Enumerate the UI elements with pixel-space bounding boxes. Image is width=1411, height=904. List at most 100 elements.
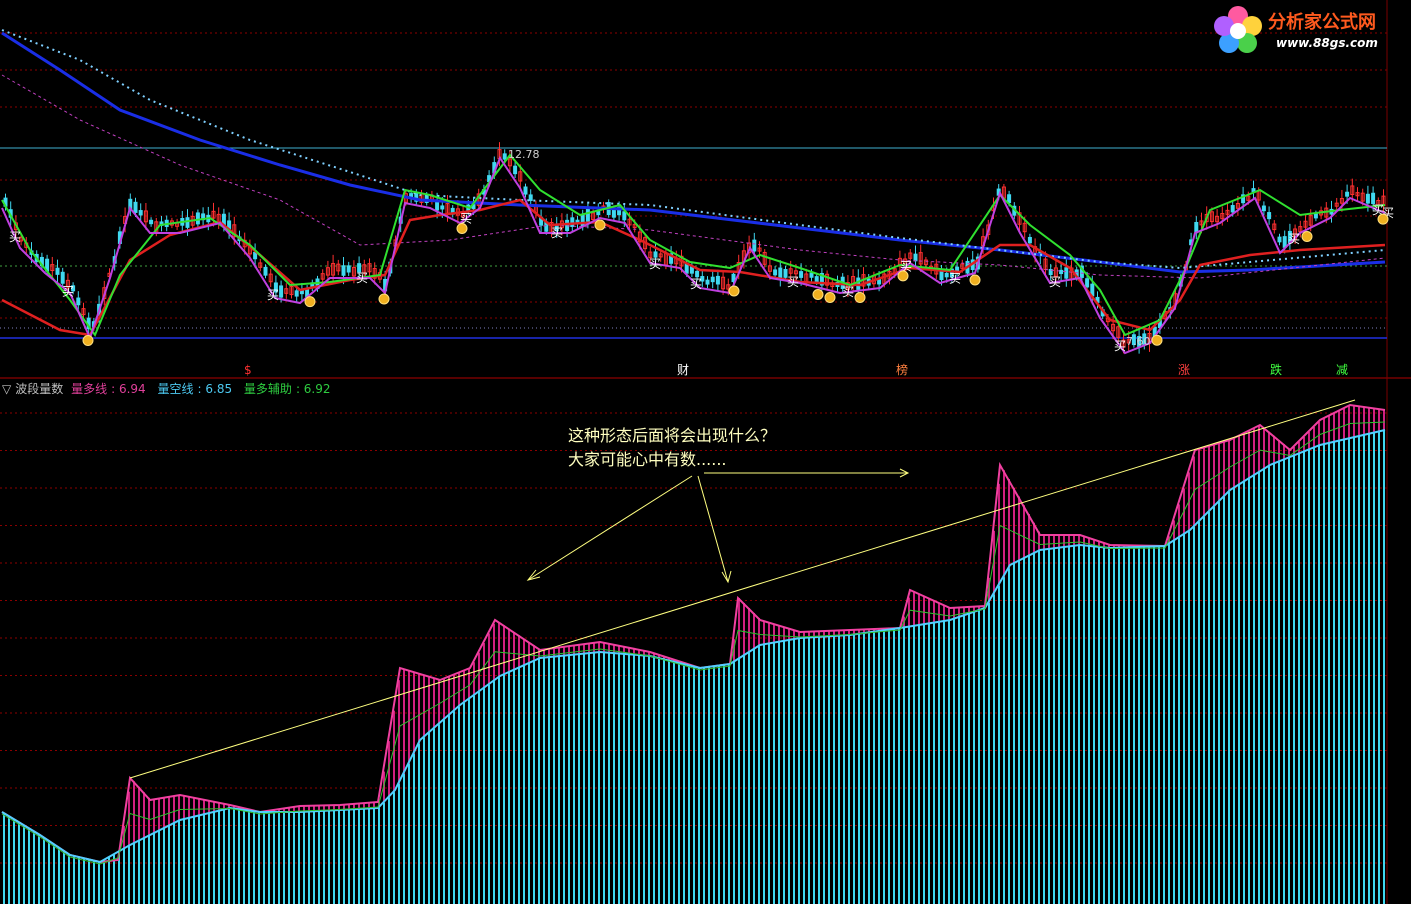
buy-signal-label: 买 <box>1114 339 1126 353</box>
volume-bar <box>893 628 895 904</box>
volume-excess-bar <box>1383 409 1385 431</box>
volume-excess-bar <box>518 635 520 668</box>
candle-body <box>1059 269 1064 275</box>
volume-bar <box>1188 531 1190 904</box>
volume-bar <box>1063 547 1065 904</box>
high-price-label: 12.78 <box>508 148 540 161</box>
volume-bar <box>848 635 850 904</box>
volume-bar <box>228 808 230 904</box>
volume-bar <box>158 831 160 904</box>
volume-excess-bar <box>138 786 140 841</box>
candle-body <box>1085 278 1090 288</box>
volume-bar <box>1098 546 1100 904</box>
volume-bar <box>1023 558 1025 904</box>
volume-bar <box>708 666 710 904</box>
volume-bar <box>123 848 125 904</box>
volume-bar <box>788 640 790 904</box>
volume-bar <box>1158 546 1160 904</box>
volume-excess-bar <box>143 792 145 839</box>
volume-bar <box>1248 478 1250 904</box>
volume-bar <box>458 706 460 904</box>
volume-bar <box>383 802 385 904</box>
volume-excess-bar <box>453 674 455 712</box>
volume-excess-bar <box>743 603 745 656</box>
volume-bar <box>208 813 210 904</box>
volume-bar <box>493 681 495 904</box>
volume-excess-bar <box>758 618 760 647</box>
volume-excess-bar <box>1308 432 1310 450</box>
volume-excess-bar <box>1078 535 1080 546</box>
volume-excess-bar <box>1338 411 1340 441</box>
volume-bar <box>1363 435 1365 904</box>
gold-dot-marker <box>594 219 606 231</box>
volume-bar <box>658 657 660 904</box>
volume-excess-bar <box>498 622 500 678</box>
volume-excess-bar <box>413 671 415 754</box>
candle-body <box>622 211 627 221</box>
trend-line <box>129 399 1356 779</box>
volume-bar <box>613 653 615 904</box>
volume-bar <box>648 655 650 904</box>
candle-body <box>809 272 814 278</box>
candle-body <box>513 165 518 175</box>
volume-bar <box>953 618 955 904</box>
volume-bar <box>13 818 15 904</box>
volume-excess-bar <box>1013 487 1015 564</box>
volume-bar <box>1108 547 1110 904</box>
volume-bar <box>778 641 780 904</box>
volume-bar <box>58 847 60 904</box>
volume-excess-bar <box>553 648 555 657</box>
collapse-toggle-icon[interactable]: ▽ <box>2 382 11 396</box>
volume-bar <box>1273 463 1275 904</box>
volume-bar <box>1148 546 1150 904</box>
candle-body <box>799 271 804 278</box>
volume-excess-bar <box>1228 440 1230 492</box>
candle-body <box>60 271 65 284</box>
volume-bar <box>1218 502 1220 904</box>
event-marker: 涨 <box>1178 362 1190 377</box>
volume-excess-bar <box>1353 405 1355 438</box>
volume-bar <box>1333 442 1335 904</box>
volume-excess-bar <box>158 798 160 831</box>
candle-body <box>695 270 700 278</box>
volume-bar <box>1353 437 1355 904</box>
candle-body <box>149 219 154 225</box>
volume-excess-bar <box>513 632 515 671</box>
volume-bar <box>223 809 225 904</box>
volume-bar <box>448 715 450 904</box>
volume-bar <box>503 674 505 904</box>
volume-excess-bar <box>193 797 195 817</box>
volume-excess-bar <box>1198 449 1200 522</box>
volume-bar <box>343 809 345 904</box>
volume-bar <box>758 646 760 904</box>
buy-signal-label: 买 <box>1288 232 1300 246</box>
volume-bar <box>28 827 30 904</box>
volume-bar <box>903 627 905 904</box>
volume-bar <box>1348 438 1350 904</box>
candle-body <box>1371 192 1376 204</box>
volume-bar <box>243 809 245 904</box>
volume-bar <box>743 655 745 904</box>
candle-body <box>1365 193 1370 204</box>
buy-signal-label: 买 <box>690 277 702 291</box>
volume-bar <box>1243 481 1245 904</box>
volume-bar <box>1078 545 1080 904</box>
volume-bar <box>1103 547 1105 904</box>
gold-dot-marker <box>897 270 909 282</box>
volume-bar <box>578 654 580 904</box>
volume-bar <box>938 621 940 904</box>
volume-excess-bar <box>788 628 790 641</box>
gold-dot-marker <box>304 296 316 308</box>
logo-brand-text: 分析家公式网 <box>1268 12 1376 33</box>
volume-bar <box>1238 485 1240 904</box>
volume-excess-bar <box>943 604 945 622</box>
volume-excess-bar <box>1058 535 1060 548</box>
volume-excess-bar <box>1023 505 1025 559</box>
flower-icon <box>1214 6 1262 53</box>
candle-body <box>1277 236 1282 243</box>
volume-bar <box>768 643 770 904</box>
event-marker: 榜 <box>896 362 908 377</box>
volume-bar <box>63 850 65 904</box>
volume-bar <box>638 655 640 904</box>
volume-excess-bar <box>1298 442 1300 454</box>
